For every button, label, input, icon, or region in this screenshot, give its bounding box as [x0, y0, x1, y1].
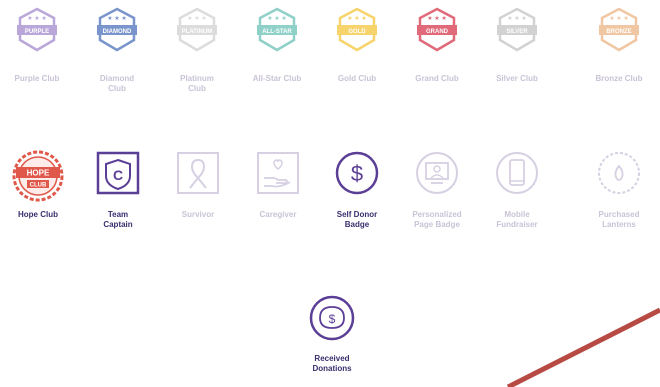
diagonal-slash-line [506, 307, 660, 387]
